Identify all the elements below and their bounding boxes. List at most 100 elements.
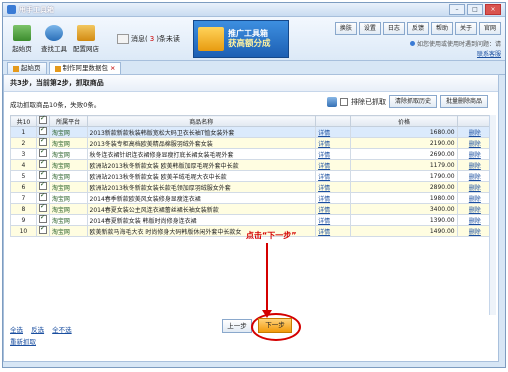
home-tool[interactable]: 起始页 <box>7 24 37 53</box>
table-row[interactable]: 8 淘宝网2014春夏女装公主风连衣裙蕾丝裙长袖女装新款详情3400.00删除 <box>10 203 494 215</box>
row-select-checkbox[interactable] <box>38 127 47 135</box>
table-row[interactable]: 4 淘宝网欧洲站2013秋冬新款女装 欧美韩版加厚毛呢外套中长款详情1179.00… <box>10 159 494 171</box>
row-details-link[interactable]: 详情 <box>315 192 352 204</box>
table-row[interactable]: 2 淘宝网2013冬装专柜高档欧美精品棉服羽绒外套女装详情2190.00删除 <box>10 137 494 149</box>
vertical-scrollbar[interactable] <box>489 115 496 315</box>
row-checkbox[interactable] <box>35 214 50 226</box>
row-checkbox[interactable] <box>35 225 50 237</box>
about-button[interactable]: 关于 <box>454 22 477 35</box>
row-details-link[interactable]: 详情 <box>315 225 352 237</box>
row-checkbox[interactable] <box>35 203 50 215</box>
table-header-row: 共10 所属平台 商品名称 价格 <box>10 114 494 127</box>
instruction-annotation: 点击“下一步” <box>246 231 297 240</box>
tab-ali-package[interactable]: 制作阿里数据包 × <box>48 62 122 74</box>
row-details-link[interactable]: 详情 <box>315 203 352 215</box>
row-details-link[interactable]: 详情 <box>315 148 352 160</box>
close-button[interactable]: × <box>485 4 501 15</box>
main-toolbar: 起始页 查找工具 配置网店 消息( 3 )条未读 推广工具箱 获高额分成 换肤 … <box>3 17 505 61</box>
log-button[interactable]: 日志 <box>382 22 405 35</box>
row-select-checkbox[interactable] <box>38 160 47 168</box>
title-bar: 甩手工具箱 – □ × <box>3 3 505 17</box>
row-checkbox[interactable] <box>35 159 50 171</box>
row-checkbox[interactable] <box>35 137 50 149</box>
row-select-checkbox[interactable] <box>38 182 47 190</box>
tab-start-page[interactable]: 起始页 <box>7 62 47 74</box>
table-row[interactable]: 5 淘宝网欧洲站2013秋冬新款女装 欧美羊绒毛呢大衣中长款详情1790.00删除 <box>10 170 494 182</box>
select-all-checkbox[interactable] <box>38 114 47 124</box>
row-checkbox[interactable] <box>35 181 50 193</box>
row-details-link[interactable]: 详情 <box>315 159 352 171</box>
message-label: 消息( <box>131 34 148 43</box>
row-product-name: 2014春夏女装公主风连衣裙蕾丝裙长袖女装新款 <box>86 203 317 215</box>
row-details-link[interactable]: 详情 <box>315 137 352 149</box>
row-details-link[interactable]: 详情 <box>315 170 352 182</box>
select-none-link[interactable]: 全不选 <box>52 326 72 334</box>
promo-banner[interactable]: 推广工具箱 获高额分成 <box>193 20 289 58</box>
row-delete-link[interactable]: 删除 <box>456 170 494 182</box>
maximize-button[interactable]: □ <box>467 4 483 15</box>
minimize-button[interactable]: – <box>449 4 465 15</box>
row-checkbox[interactable] <box>35 170 50 182</box>
row-delete-link[interactable]: 删除 <box>456 225 494 237</box>
batch-delete-button[interactable]: 批量删除商品 <box>439 95 488 108</box>
table-row[interactable]: 6 淘宝网欧洲站2013秋冬新款女装长款毛领加厚羽绒服女外套详情2890.00删除 <box>10 181 494 193</box>
find-tool[interactable]: 查找工具 <box>39 24 69 53</box>
row-delete-link[interactable]: 删除 <box>456 148 494 160</box>
row-delete-link[interactable]: 删除 <box>456 203 494 215</box>
row-details-link[interactable]: 详情 <box>315 181 352 193</box>
row-delete-link[interactable]: 删除 <box>456 192 494 204</box>
row-price: 1790.00 <box>350 170 458 182</box>
table-row[interactable]: 1 淘宝网2013新款新款秋装韩版宽松大码卫衣长袖T恤女装外套详情1680.00删… <box>10 126 494 138</box>
select-all-link[interactable]: 全选 <box>10 326 23 334</box>
row-number: 7 <box>10 192 37 204</box>
row-select-checkbox[interactable] <box>38 171 47 179</box>
row-price: 2190.00 <box>350 137 458 149</box>
row-delete-link[interactable]: 删除 <box>456 126 494 138</box>
row-select-checkbox[interactable] <box>38 149 47 157</box>
skin-button[interactable]: 换肤 <box>334 22 357 35</box>
clear-history-button[interactable]: 清除抓取历史 <box>388 95 437 108</box>
prev-step-button[interactable]: 上一步 <box>222 319 252 333</box>
row-checkbox[interactable] <box>35 148 50 160</box>
row-details-link[interactable]: 详情 <box>315 126 352 138</box>
close-tab-icon[interactable]: × <box>110 63 115 74</box>
row-select-checkbox[interactable] <box>38 226 47 234</box>
scrape-status: 成功抓取商品10条，失败0条。 <box>10 101 101 109</box>
website-button[interactable]: 官网 <box>478 22 501 35</box>
row-delete-link[interactable]: 删除 <box>456 137 494 149</box>
table-row[interactable]: 3 淘宝网秋冬连衣裙针织连衣裙修身显瘦打底长裙女装毛呢外套详情2690.00删除 <box>10 148 494 160</box>
message-indicator[interactable]: 消息( 3 )条未读 <box>117 33 180 44</box>
row-platform: 淘宝网 <box>48 137 88 149</box>
table-row[interactable]: 9 淘宝网2014春夏新款女装 韩版时尚修身连衣裙详情1390.00删除 <box>10 214 494 226</box>
row-platform: 淘宝网 <box>48 126 88 138</box>
row-checkbox[interactable] <box>35 126 50 138</box>
row-select-checkbox[interactable] <box>38 193 47 201</box>
row-delete-link[interactable]: 删除 <box>456 159 494 171</box>
row-delete-link[interactable]: 删除 <box>456 181 494 193</box>
table-row[interactable]: 7 淘宝网2014春季新款欧美风女装修身显瘦连衣裙详情1980.00删除 <box>10 192 494 204</box>
config-icon[interactable] <box>326 96 337 107</box>
tab-start-label: 起始页 <box>21 64 41 72</box>
row-details-link[interactable]: 详情 <box>315 214 352 226</box>
row-select-checkbox[interactable] <box>38 204 47 212</box>
row-delete-link[interactable]: 删除 <box>456 214 494 226</box>
invert-selection-link[interactable]: 反选 <box>31 326 44 334</box>
row-select-checkbox[interactable] <box>38 215 47 223</box>
feedback-button[interactable]: 反馈 <box>406 22 429 35</box>
col-check[interactable] <box>35 114 50 127</box>
config-tool-label: 配置网店 <box>73 44 99 53</box>
config-shop-tool[interactable]: 配置网店 <box>71 24 101 53</box>
find-tool-label: 查找工具 <box>41 44 67 53</box>
rescrape-link[interactable]: 重新抓取 <box>10 336 36 346</box>
settings-button[interactable]: 设置 <box>358 22 381 35</box>
help-button[interactable]: 帮助 <box>430 22 453 35</box>
row-platform: 淘宝网 <box>48 181 88 193</box>
top-button-group: 换肤 设置 日志 反馈 帮助 关于 官网 <box>334 22 501 35</box>
row-price: 1490.00 <box>350 225 458 237</box>
row-select-checkbox[interactable] <box>38 138 47 146</box>
contact-support-link[interactable]: 联系客服 <box>477 51 501 58</box>
next-step-button[interactable]: 下一步 <box>258 318 292 333</box>
app-logo-icon <box>7 5 16 14</box>
exclude-checkbox[interactable] <box>339 97 348 106</box>
row-checkbox[interactable] <box>35 192 50 204</box>
